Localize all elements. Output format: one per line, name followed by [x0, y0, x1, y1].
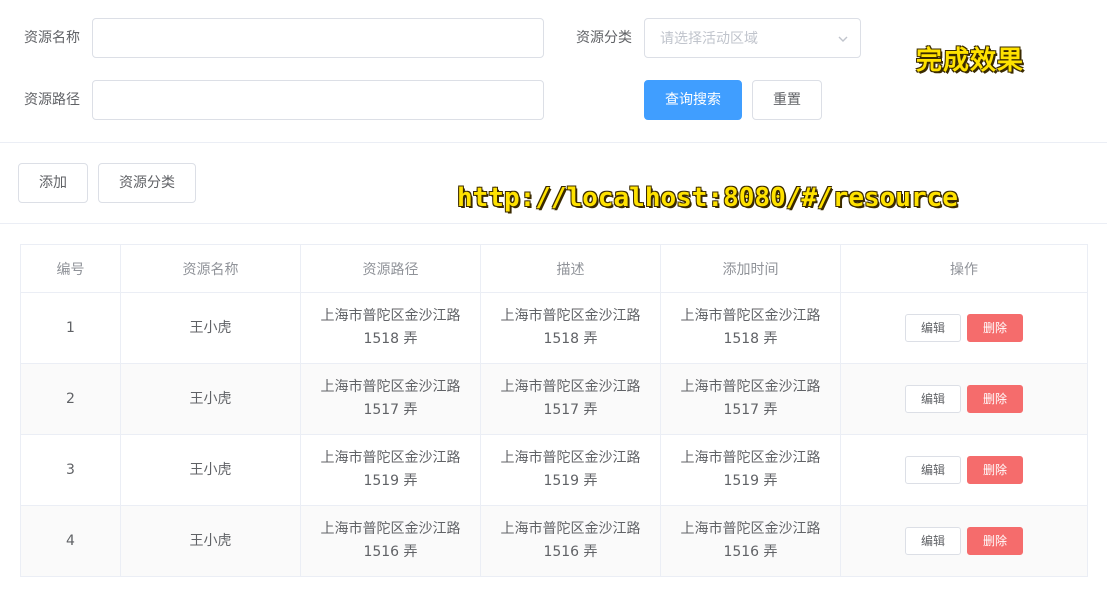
cell-time: 上海市普陀区金沙江路 1516 弄 [660, 505, 841, 577]
cell-path: 上海市普陀区金沙江路 1519 弄 [300, 434, 481, 506]
cell-path: 上海市普陀区金沙江路 1518 弄 [300, 292, 481, 364]
table-row: 2 王小虎 上海市普陀区金沙江路 1517 弄 上海市普陀区金沙江路 1517 … [20, 363, 1088, 435]
cell-actions: 编辑 删除 [840, 505, 1088, 577]
delete-button[interactable]: 删除 [967, 456, 1023, 484]
delete-button[interactable]: 删除 [967, 314, 1023, 342]
category-placeholder: 请选择活动区域 [660, 31, 758, 47]
delete-button[interactable]: 删除 [967, 385, 1023, 413]
table-row: 4 王小虎 上海市普陀区金沙江路 1516 弄 上海市普陀区金沙江路 1516 … [20, 505, 1088, 577]
watermark-url: http://localhost:8080/#/resource [457, 183, 958, 213]
cell-desc: 上海市普陀区金沙江路 1518 弄 [480, 292, 661, 364]
cell-path: 上海市普陀区金沙江路 1516 弄 [300, 505, 481, 577]
cell-actions: 编辑 删除 [840, 292, 1088, 364]
edit-button[interactable]: 编辑 [905, 385, 961, 413]
name-label: 资源名称 [24, 30, 80, 46]
toolbar-divider [0, 223, 1107, 224]
cell-time: 上海市普陀区金沙江路 1518 弄 [660, 292, 841, 364]
cell-time: 上海市普陀区金沙江路 1519 弄 [660, 434, 841, 506]
cell-id: 4 [20, 505, 121, 577]
delete-button[interactable]: 删除 [967, 527, 1023, 555]
cell-desc: 上海市普陀区金沙江路 1517 弄 [480, 363, 661, 435]
cell-name: 王小虎 [120, 434, 301, 506]
table-row: 1 王小虎 上海市普陀区金沙江路 1518 弄 上海市普陀区金沙江路 1518 … [20, 292, 1088, 364]
column-header-id: 编号 [20, 244, 121, 293]
name-input[interactable] [92, 18, 544, 58]
cell-actions: 编辑 删除 [840, 363, 1088, 435]
cell-desc: 上海市普陀区金沙江路 1519 弄 [480, 434, 661, 506]
category-label: 资源分类 [576, 30, 632, 46]
column-header-actions: 操作 [840, 244, 1088, 293]
path-input[interactable] [92, 80, 544, 120]
chevron-down-icon [838, 36, 848, 42]
category-button[interactable]: 资源分类 [98, 163, 196, 203]
cell-path: 上海市普陀区金沙江路 1517 弄 [300, 363, 481, 435]
edit-button[interactable]: 编辑 [905, 314, 961, 342]
cell-name: 王小虎 [120, 292, 301, 364]
column-header-name: 资源名称 [120, 244, 301, 293]
cell-name: 王小虎 [120, 363, 301, 435]
cell-id: 1 [20, 292, 121, 364]
category-select[interactable]: 请选择活动区域 [644, 18, 861, 58]
path-label: 资源路径 [24, 92, 80, 108]
cell-name: 王小虎 [120, 505, 301, 577]
cell-desc: 上海市普陀区金沙江路 1516 弄 [480, 505, 661, 577]
edit-button[interactable]: 编辑 [905, 527, 961, 555]
add-button[interactable]: 添加 [18, 163, 88, 203]
cell-id: 2 [20, 363, 121, 435]
watermark-title: 完成效果 [916, 46, 1025, 76]
table-header-row: 编号 资源名称 资源路径 描述 添加时间 操作 [20, 244, 1088, 293]
column-header-path: 资源路径 [300, 244, 481, 293]
cell-id: 3 [20, 434, 121, 506]
reset-button[interactable]: 重置 [752, 80, 822, 120]
edit-button[interactable]: 编辑 [905, 456, 961, 484]
column-header-desc: 描述 [480, 244, 661, 293]
column-header-time: 添加时间 [660, 244, 841, 293]
cell-actions: 编辑 删除 [840, 434, 1088, 506]
resource-table: 编号 资源名称 资源路径 描述 添加时间 操作 1 王小虎 上海市普陀区金沙江路… [20, 244, 1088, 577]
form-divider [0, 142, 1107, 143]
search-button[interactable]: 查询搜索 [644, 80, 742, 120]
cell-time: 上海市普陀区金沙江路 1517 弄 [660, 363, 841, 435]
table-row: 3 王小虎 上海市普陀区金沙江路 1519 弄 上海市普陀区金沙江路 1519 … [20, 434, 1088, 506]
